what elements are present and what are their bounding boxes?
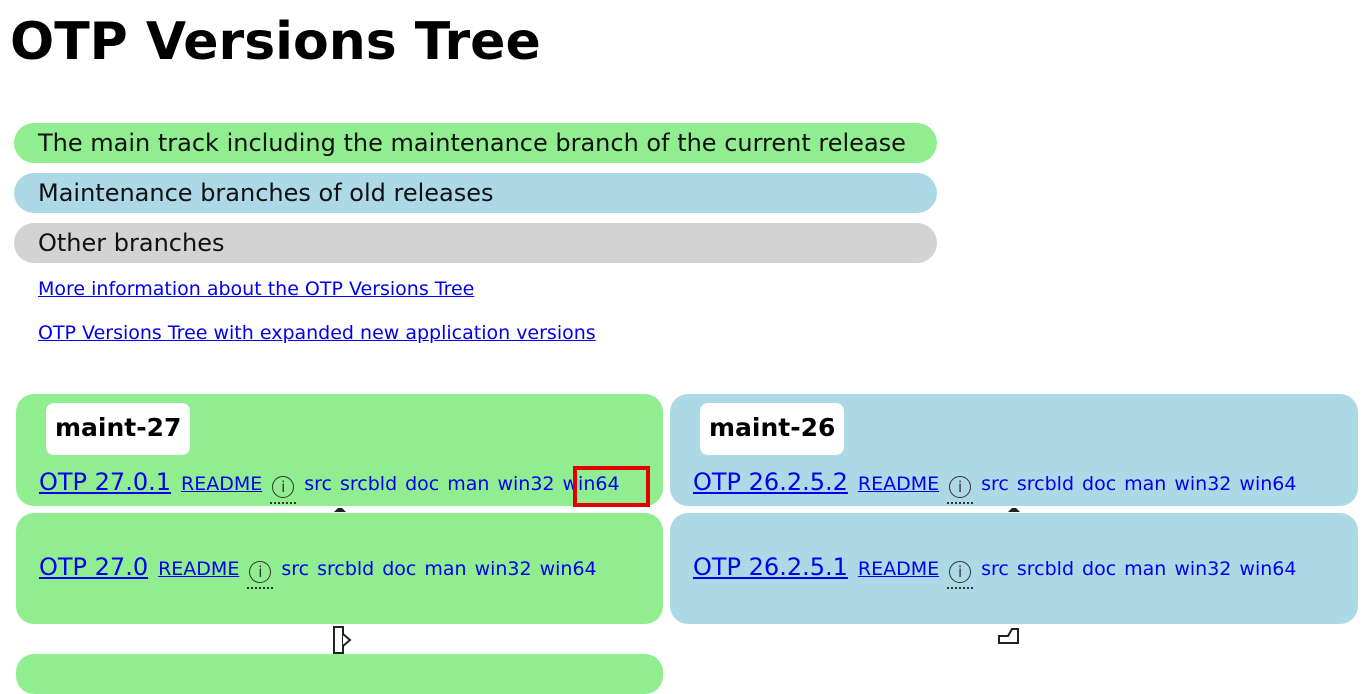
win64-link[interactable]: win64 bbox=[1239, 558, 1296, 580]
win32-link[interactable]: win32 bbox=[475, 558, 532, 580]
more-info-link[interactable]: More information about the OTP Versions … bbox=[38, 278, 474, 300]
info-icon[interactable]: i bbox=[249, 561, 272, 583]
man-link[interactable]: man bbox=[424, 558, 466, 580]
readme-link[interactable]: README bbox=[181, 473, 262, 495]
release-row-otp-26-2-5-1: OTP 26.2.5.1 README i src srcbld doc man… bbox=[693, 553, 1304, 589]
doc-link[interactable]: doc bbox=[1082, 558, 1116, 580]
src-link[interactable]: src bbox=[981, 558, 1009, 580]
version-link-otp-27-0-1[interactable]: OTP 27.0.1 bbox=[39, 468, 171, 496]
info-icon[interactable]: i bbox=[272, 476, 295, 498]
page-title: OTP Versions Tree bbox=[10, 12, 541, 72]
release-row-otp-27-0: OTP 27.0 README i src srcbld doc man win… bbox=[39, 553, 605, 589]
info-icon[interactable]: i bbox=[949, 561, 972, 583]
man-link[interactable]: man bbox=[1124, 473, 1166, 495]
version-link-otp-26-2-5-2[interactable]: OTP 26.2.5.2 bbox=[693, 468, 848, 496]
release-row-otp-26-2-5-2: OTP 26.2.5.2 README i src srcbld doc man… bbox=[693, 468, 1304, 504]
win64-link[interactable]: win64 bbox=[1239, 473, 1296, 495]
legend-main-track: The main track including the maintenance… bbox=[14, 123, 937, 163]
expanded-tree-link[interactable]: OTP Versions Tree with expanded new appl… bbox=[38, 322, 596, 344]
branch-up-icon bbox=[998, 628, 1019, 644]
win64-link[interactable]: win64 bbox=[540, 558, 597, 580]
branch-label-maint-27: maint-27 bbox=[46, 403, 191, 455]
win32-link[interactable]: win32 bbox=[1174, 558, 1231, 580]
srcbld-link[interactable]: srcbld bbox=[317, 558, 374, 580]
legend-other-branches: Other branches bbox=[14, 223, 937, 263]
release-box-next bbox=[16, 654, 663, 694]
version-link-otp-27-0[interactable]: OTP 27.0 bbox=[39, 553, 148, 581]
legend-maintenance-branches: Maintenance branches of old releases bbox=[14, 173, 937, 213]
win32-link[interactable]: win32 bbox=[497, 473, 554, 495]
src-link[interactable]: src bbox=[281, 558, 309, 580]
man-link[interactable]: man bbox=[447, 473, 489, 495]
doc-link[interactable]: doc bbox=[1082, 473, 1116, 495]
branch-connector-icon bbox=[333, 626, 352, 654]
info-icon[interactable]: i bbox=[949, 476, 972, 498]
doc-link[interactable]: doc bbox=[382, 558, 416, 580]
release-row-otp-27-0-1: OTP 27.0.1 README i src srcbld doc man w… bbox=[39, 468, 628, 504]
win64-highlight-box bbox=[573, 466, 650, 507]
man-link[interactable]: man bbox=[1124, 558, 1166, 580]
srcbld-link[interactable]: srcbld bbox=[340, 473, 397, 495]
version-link-otp-26-2-5-1[interactable]: OTP 26.2.5.1 bbox=[693, 553, 848, 581]
src-link[interactable]: src bbox=[304, 473, 332, 495]
src-link[interactable]: src bbox=[981, 473, 1009, 495]
branch-label-maint-26: maint-26 bbox=[700, 403, 845, 455]
readme-link[interactable]: README bbox=[858, 558, 939, 580]
doc-link[interactable]: doc bbox=[405, 473, 439, 495]
win32-link[interactable]: win32 bbox=[1174, 473, 1231, 495]
srcbld-link[interactable]: srcbld bbox=[1017, 473, 1074, 495]
readme-link[interactable]: README bbox=[158, 558, 239, 580]
readme-link[interactable]: README bbox=[858, 473, 939, 495]
srcbld-link[interactable]: srcbld bbox=[1017, 558, 1074, 580]
